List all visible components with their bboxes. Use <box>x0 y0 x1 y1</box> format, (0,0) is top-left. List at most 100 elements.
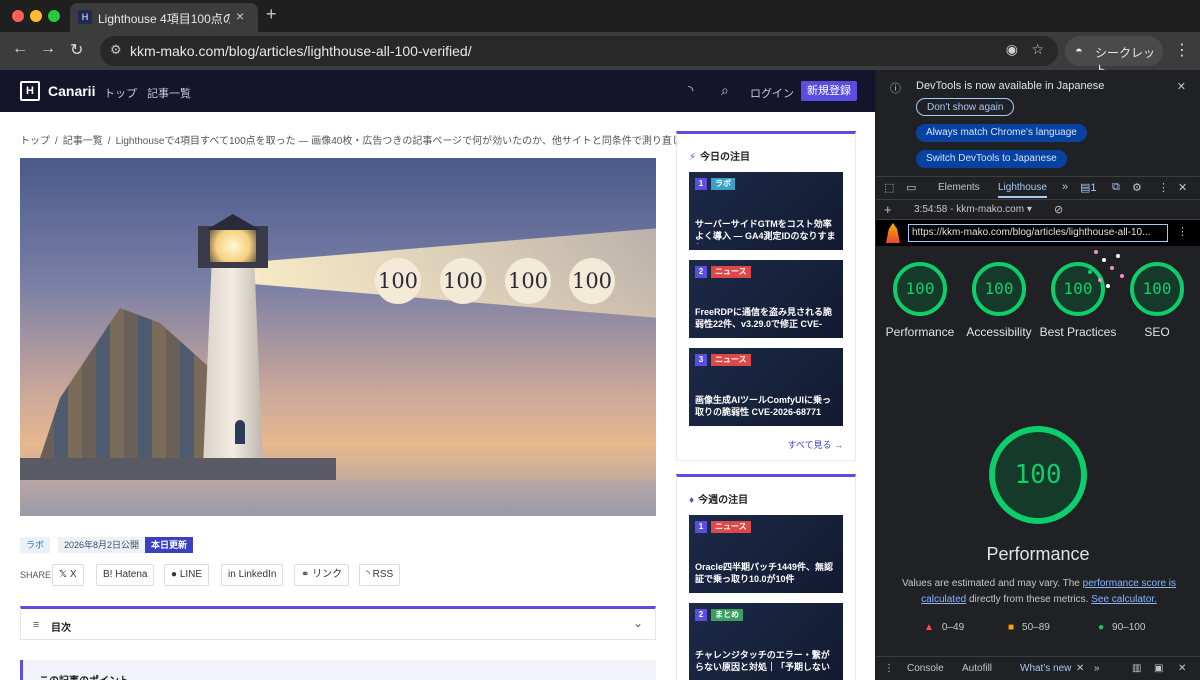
inspect-element-icon[interactable]: ⬚ <box>884 181 894 194</box>
article-points: この記事のポイント <box>20 660 656 680</box>
seo-gauge[interactable]: 100 <box>1130 262 1184 316</box>
publish-date: 2026年8月2日公開 <box>58 537 146 553</box>
settings-gear-icon[interactable]: ⚙ <box>1132 181 1142 194</box>
copy-link-button[interactable]: ⚭ リンク <box>294 564 350 586</box>
tab-console[interactable]: Console <box>907 663 944 674</box>
devtools-tabs: ⬚ ▭ Elements Lighthouse » ▤1 ⧉ ⚙ ⋮ ✕ <box>876 176 1200 200</box>
hero-image: 100 100 100 100 <box>20 158 656 516</box>
close-devtools-icon[interactable]: ✕ <box>1178 181 1187 194</box>
tab-lighthouse[interactable]: Lighthouse <box>998 182 1047 198</box>
card-title[interactable]: Oracle四半期パッチ1449件、無認証で乗っ取り10.0が10件 <box>695 561 837 587</box>
breadcrumb: トップ / 記事一覧 / Lighthouseで4項目すべて100点を取った — 画像4… <box>20 136 692 147</box>
site-logo-icon[interactable]: H <box>20 81 40 101</box>
address-bar[interactable]: ⚙ kkm-mako.com/blog/articles/lighthouse-… <box>100 36 1058 66</box>
tracking-protection-icon[interactable]: ◉ <box>1006 41 1018 58</box>
forward-icon[interactable]: → <box>40 40 56 58</box>
signup-button[interactable]: 新規登録 <box>801 81 857 101</box>
new-tab-icon[interactable]: + <box>266 4 277 25</box>
share-hatena-button[interactable]: B! Hatena <box>96 564 155 586</box>
nav-top[interactable]: トップ <box>104 85 137 101</box>
browser-toolbar: ← → ↻ ⚙ kkm-mako.com/blog/articles/light… <box>0 32 1200 77</box>
lighthouse-url-bar: https://kkm-mako.com/blog/articles/light… <box>876 220 1200 246</box>
chevron-down-icon[interactable]: ⌄ <box>633 616 643 630</box>
share-x-button[interactable]: 𝕏 X <box>52 564 84 586</box>
close-tab-icon[interactable]: ✕ <box>1076 663 1084 674</box>
site-settings-icon[interactable]: ⚙ <box>110 42 122 58</box>
card-category: ニュース <box>711 266 751 278</box>
share-line-button[interactable]: ● LINE <box>164 564 210 586</box>
close-tab-icon[interactable]: × <box>236 8 244 24</box>
minimize-window-button[interactable] <box>30 10 42 22</box>
bookmark-star-icon[interactable]: ☆ <box>1031 41 1044 58</box>
toggle-drawer-icon[interactable]: ▣ <box>1154 663 1163 674</box>
close-icon[interactable]: ✕ <box>1177 80 1186 93</box>
more-drawer-tabs-icon[interactable]: » <box>1094 663 1100 674</box>
card-category: ラボ <box>711 178 735 190</box>
browser-tab[interactable]: H Lighthouse 4項目100点の作り方 × <box>70 3 258 32</box>
back-icon[interactable]: ← <box>12 40 28 58</box>
rss-icon: ◝ <box>366 569 370 580</box>
report-url[interactable]: https://kkm-mako.com/blog/articles/light… <box>908 224 1168 242</box>
breadcrumb-top[interactable]: トップ <box>20 136 50 147</box>
see-all-link[interactable]: すべて見る → <box>787 438 843 451</box>
report-selector[interactable]: 3:54:58 - kkm-mako.com ▾ <box>914 204 1032 215</box>
always-match-language-button[interactable]: Always match Chrome's language <box>916 124 1087 142</box>
devtools-panel: ⓘ DevTools is now available in Japanese … <box>876 70 1200 680</box>
favicon-icon: H <box>78 10 92 24</box>
article-card[interactable]: 1 ニュース Oracle四半期パッチ1449件、無認証で乗っ取り10.0が10… <box>689 515 843 593</box>
rss-button[interactable]: ◝ RSS <box>359 564 401 586</box>
search-icon[interactable]: ⌕ <box>721 82 729 99</box>
tab-elements[interactable]: Elements <box>938 182 980 193</box>
hero-score: 100 <box>569 258 615 304</box>
issues-count: 1 <box>1090 182 1097 194</box>
dont-show-again-button[interactable]: Don't show again <box>916 98 1015 116</box>
article-card[interactable]: 1 ラボ サーバーサイドGTMをコスト効率よく導入 — GA4測定IDのなりすま… <box>689 172 843 250</box>
drawer-menu-icon[interactable]: ⋮ <box>884 663 894 674</box>
card-title[interactable]: FreeRDPに通信を盗み見される脆弱性22件、v3.29.0で修正 CVE-2… <box>695 306 837 332</box>
line-icon: ● <box>171 569 178 580</box>
tab-whats-new[interactable]: What's new <box>1020 663 1071 674</box>
device-toolbar-icon[interactable]: ▭ <box>906 181 916 194</box>
performance-gauge[interactable]: 100 <box>893 262 947 316</box>
card-title[interactable]: 画像生成AIツールComfyUIに乗っ取りの脆弱性 CVE-2026-68771 <box>695 394 837 420</box>
article-card[interactable]: 2 ニュース FreeRDPに通信を盗み見される脆弱性22件、v3.29.0で修… <box>689 260 843 338</box>
table-of-contents[interactable]: ≡ 目次 ⌄ <box>20 606 656 640</box>
circle-icon: ● <box>1098 622 1105 633</box>
close-drawer-icon[interactable]: ✕ <box>1178 663 1186 674</box>
breadcrumb-articles[interactable]: 記事一覧 <box>63 136 103 147</box>
linkedin-icon: in <box>228 569 236 580</box>
issues-icon[interactable]: ▤1 <box>1080 181 1097 194</box>
maximize-window-button[interactable] <box>48 10 60 22</box>
category-tag[interactable]: ラボ <box>20 537 51 553</box>
dock-side-icon[interactable]: ▥ <box>1132 663 1141 674</box>
close-window-button[interactable] <box>12 10 24 22</box>
article-card[interactable]: 2 まとめ チャレンジタッチのエラー・繋がらない原因と対処｜「予期しない <box>689 603 843 680</box>
report-menu-icon[interactable]: ⋮ <box>1177 225 1188 238</box>
login-link[interactable]: ログイン <box>750 85 794 101</box>
dock-icon[interactable]: ⧉ <box>1112 181 1120 194</box>
see-calculator-link[interactable]: See calculator. <box>1091 594 1157 605</box>
reload-icon[interactable]: ↻ <box>70 40 83 60</box>
devtools-menu-icon[interactable]: ⋮ <box>1158 181 1169 194</box>
tab-autofill[interactable]: Autofill <box>962 663 992 674</box>
incognito-button[interactable]: ◓ シークレット <box>1065 36 1163 77</box>
card-title[interactable]: チャレンジタッチのエラー・繋がらない原因と対処｜「予期しない <box>695 649 837 675</box>
address-url[interactable]: kkm-mako.com/blog/articles/lighthouse-al… <box>130 43 472 59</box>
switch-to-japanese-button[interactable]: Switch DevTools to Japanese <box>916 150 1067 168</box>
lighthouse-toolbar: + 3:54:58 - kkm-mako.com ▾ ⊘ <box>876 200 1200 220</box>
clear-reports-icon[interactable]: ⊘ <box>1054 203 1063 216</box>
rss-icon[interactable]: ◝ <box>688 82 693 99</box>
site-logo-name[interactable]: Canarii <box>48 83 95 99</box>
card-title[interactable]: サーバーサイドGTMをコスト効率よく導入 — GA4測定IDのなりすまし <box>695 218 837 244</box>
more-tabs-icon[interactable]: » <box>1062 181 1068 193</box>
rank-badge: 1 <box>695 178 707 190</box>
browser-menu-icon[interactable]: ⋮ <box>1174 40 1190 60</box>
new-report-icon[interactable]: + <box>884 202 892 217</box>
pier <box>20 458 336 480</box>
nav-articles[interactable]: 記事一覧 <box>147 85 191 101</box>
accessibility-gauge[interactable]: 100 <box>972 262 1026 316</box>
best-practices-gauge[interactable]: 100 <box>1051 262 1105 316</box>
info-icon: ⓘ <box>890 83 901 95</box>
share-linkedin-button[interactable]: in LinkedIn <box>221 564 284 586</box>
article-card[interactable]: 3 ニュース 画像生成AIツールComfyUIに乗っ取りの脆弱性 CVE-202… <box>689 348 843 426</box>
